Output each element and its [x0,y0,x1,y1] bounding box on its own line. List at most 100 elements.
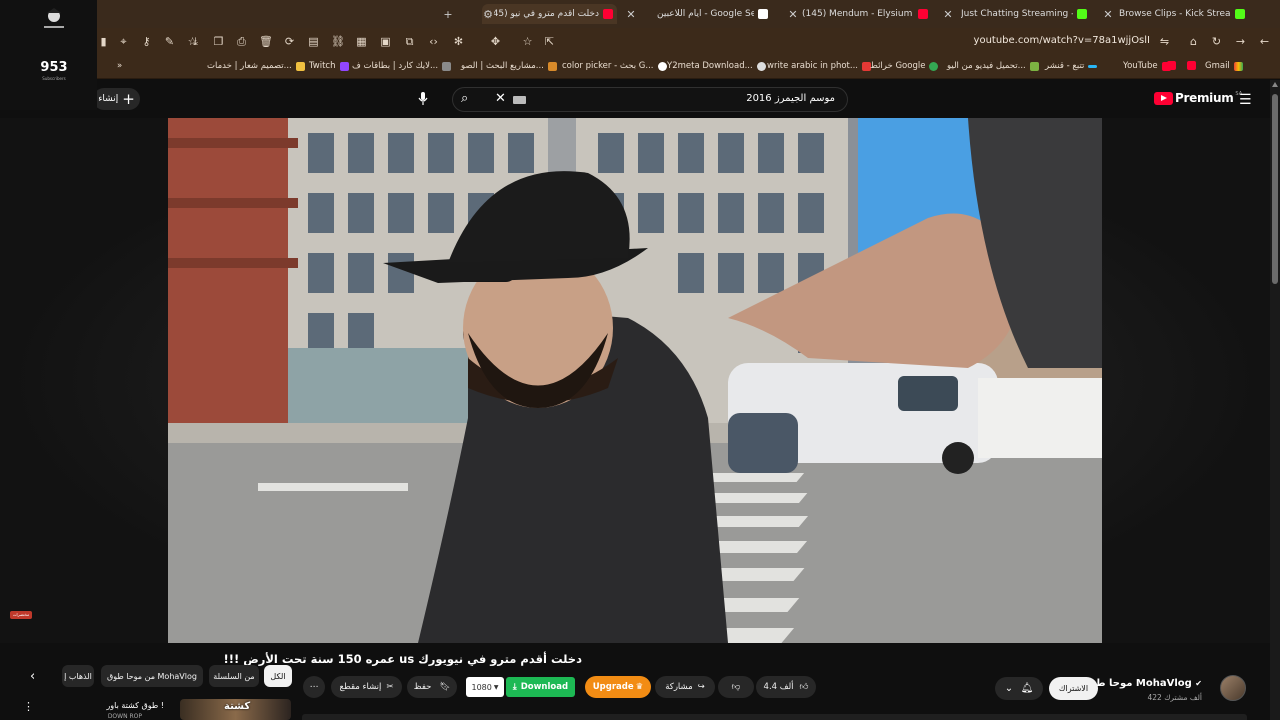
bookmark-logo-design[interactable]: تصميم شعار | خدمات... [207,61,305,71]
scrollbar-thumb[interactable] [1272,94,1278,284]
more-vertical-icon[interactable]: ⋮ [23,700,34,713]
tab-settings-icon[interactable]: ⚙ [482,8,494,21]
dislike-button[interactable]: 👎︎ [718,676,754,698]
home-icon[interactable]: ⌂ [1187,35,1200,48]
tab-google-search[interactable]: ايام اللاعبين - Google Search [657,4,772,24]
bug-icon[interactable]: ✻ [452,35,465,48]
bookmarks-overflow-button[interactable]: » [117,61,122,71]
quality-select[interactable]: 1080 ▼ [466,677,504,697]
back-icon[interactable]: ← [1258,35,1271,48]
logo-text: Premium [1175,91,1234,105]
reload-icon[interactable]: ↻ [1210,35,1223,48]
subscriber-counter: 953 [40,60,68,75]
scroll-up-icon[interactable] [1272,82,1278,87]
youtube-icon [1167,61,1176,70]
calendar-icon[interactable]: ▣ [379,35,392,48]
recommended-title[interactable]: طوق كشتة باور ! [106,701,164,710]
search-input[interactable]: موسم الجيمرز 2016 [746,93,835,104]
page-scrollbar[interactable] [1270,80,1280,720]
bookmark-write-arabic[interactable]: write arabic in phot... [767,61,871,71]
share-label: مشاركة [665,682,693,692]
copy-icon[interactable]: ❐ [212,35,225,48]
tab-kick-live[interactable]: Just Chatting Streaming - Live [961,4,1091,24]
more-actions-button[interactable]: ⋯ [303,676,325,698]
chip-all[interactable]: الكل [264,665,292,687]
bookmark-label: color picker - بحث G... [562,61,654,71]
bookmark-label: تحميل فيديو من اليو... [947,61,1026,71]
print-icon[interactable]: ⎙ [235,35,248,48]
create-button[interactable]: إنشاء + [93,88,140,110]
bookmark-label: write arabic in phot... [767,61,858,71]
clear-search-icon[interactable]: ✕ [495,91,506,106]
description-box[interactable] [302,714,1247,720]
link-icon[interactable]: ⛓ [331,35,345,48]
channel-name[interactable]: موحا طوق MohaVlog ✔ [1081,678,1202,689]
video-title: دخلت أقدم مترو في نيويورك us عمره 150 سن… [223,652,583,666]
bookmark-google-maps[interactable]: خرائط Google [870,61,939,71]
chip-from-channel[interactable]: من موحا طوق MohaVlog [101,665,203,687]
dropdown-arrow-icon: ▼ [493,683,499,691]
side-badge[interactable]: مختصرات [10,611,32,619]
video-player[interactable] [168,118,1102,643]
tab-close-button[interactable]: ✕ [1102,4,1114,24]
site-settings-icon[interactable]: ⇋ [1158,35,1171,48]
bookmark-y2meta[interactable]: Y2meta Download... [667,61,766,71]
bookmark-research-projects[interactable]: مشاريع البحث | الصو... [461,61,557,71]
voice-search-button[interactable] [410,86,436,112]
bookmark-video-download[interactable]: تحميل فيديو من اليو... [947,61,1039,71]
chip-next[interactable]: الذهاب إ [62,665,94,687]
subscribe-button[interactable]: الاشتراك [1049,677,1098,700]
trash-icon[interactable]: 🗑 [259,35,273,48]
location-pin-icon[interactable]: ⌖ [117,35,130,48]
bookmark-star-icon[interactable]: ☆ [521,35,534,48]
tab-youtube-video[interactable]: ⚙ دخلت أقدم مترو في نيو (145) [482,4,617,24]
bookmark-youtube-3[interactable] [1183,61,1196,70]
save-button[interactable]: حفظ 🔖︎ [407,676,457,698]
upgrade-button[interactable]: Upgrade ♛ [585,676,651,698]
toolbar-collapse-icon[interactable]: ▮ [97,35,110,48]
recommended-thumbnail[interactable]: كشتة [180,699,291,720]
search-bar[interactable]: ⌕ ✕ موسم الجيمرز 2016 [452,87,848,112]
grid-icon[interactable]: ▦ [355,35,368,48]
download-button[interactable]: ⤓ Download [506,677,575,697]
open-external-icon[interactable]: ⇱ [543,35,556,48]
bookmark-label: تتبع - قنشر [1045,61,1085,71]
notifications-button[interactable]: ⌄ 🔔︎ [995,677,1043,700]
bookmark-gmail[interactable]: Gmail [1205,61,1243,71]
puzzle-icon[interactable]: ✥ [489,35,502,48]
channel-avatar[interactable] [1220,675,1246,701]
search-icon[interactable]: ⌕ [461,91,468,106]
chip-from-series[interactable]: من السلسلة [209,665,259,687]
reader-icon[interactable]: ▤ [307,35,320,48]
forward-icon[interactable]: → [1234,35,1247,48]
create-label: إنشاء [98,94,119,104]
bookmark-youtube-2[interactable] [1163,61,1176,70]
new-tab-button[interactable]: + [442,4,454,24]
bookmark-like-card[interactable]: لايك كارد | بطاقات ف... [352,61,452,71]
tab-close-button[interactable]: ✕ [787,4,799,24]
clip-label: إنشاء مقطع [339,682,382,692]
tab-close-button[interactable]: ✕ [942,4,954,24]
tab-kick-clips[interactable]: Browse Clips - Kick Streaming [1119,4,1249,24]
youtube-premium-logo[interactable]: Premium SA [1154,91,1242,105]
menu-icon[interactable]: ☰ [1239,92,1252,108]
bookmark-color-picker[interactable]: color picker - بحث G... [562,61,667,71]
code-icon[interactable]: ‹› [427,35,440,48]
key-icon[interactable]: ⚷ [140,35,153,48]
tab-youtube-mendum[interactable]: (145) Mendum - Elysium | Dub [802,4,932,24]
share-button[interactable]: مشاركة ↪ [655,676,715,698]
like-button[interactable]: 4.4 ألف 👍︎ [756,676,816,698]
downloads-icon[interactable]: ⤓ [189,35,202,48]
address-bar-url[interactable]: youtube.com/watch?v=78a1wjjOslI [974,35,1150,46]
extension-icon[interactable]: ✎ [163,35,176,48]
clip-button[interactable]: إنشاء مقطع ✂ [331,676,402,698]
bookmark-twitch[interactable]: Twitch [309,61,349,71]
tab-close-button[interactable]: ✕ [625,4,637,24]
sync-icon[interactable]: ⟳ [283,35,296,48]
tabs-icon[interactable]: ⧉ [403,35,416,48]
chevron-left-icon[interactable]: ‹ [30,669,35,684]
bookmark-tracking[interactable]: تتبع - قنشر [1045,61,1098,71]
profile-logo-icon [44,8,64,28]
keyboard-icon[interactable] [513,96,526,104]
bookmark-label: Y2meta Download... [667,61,753,71]
